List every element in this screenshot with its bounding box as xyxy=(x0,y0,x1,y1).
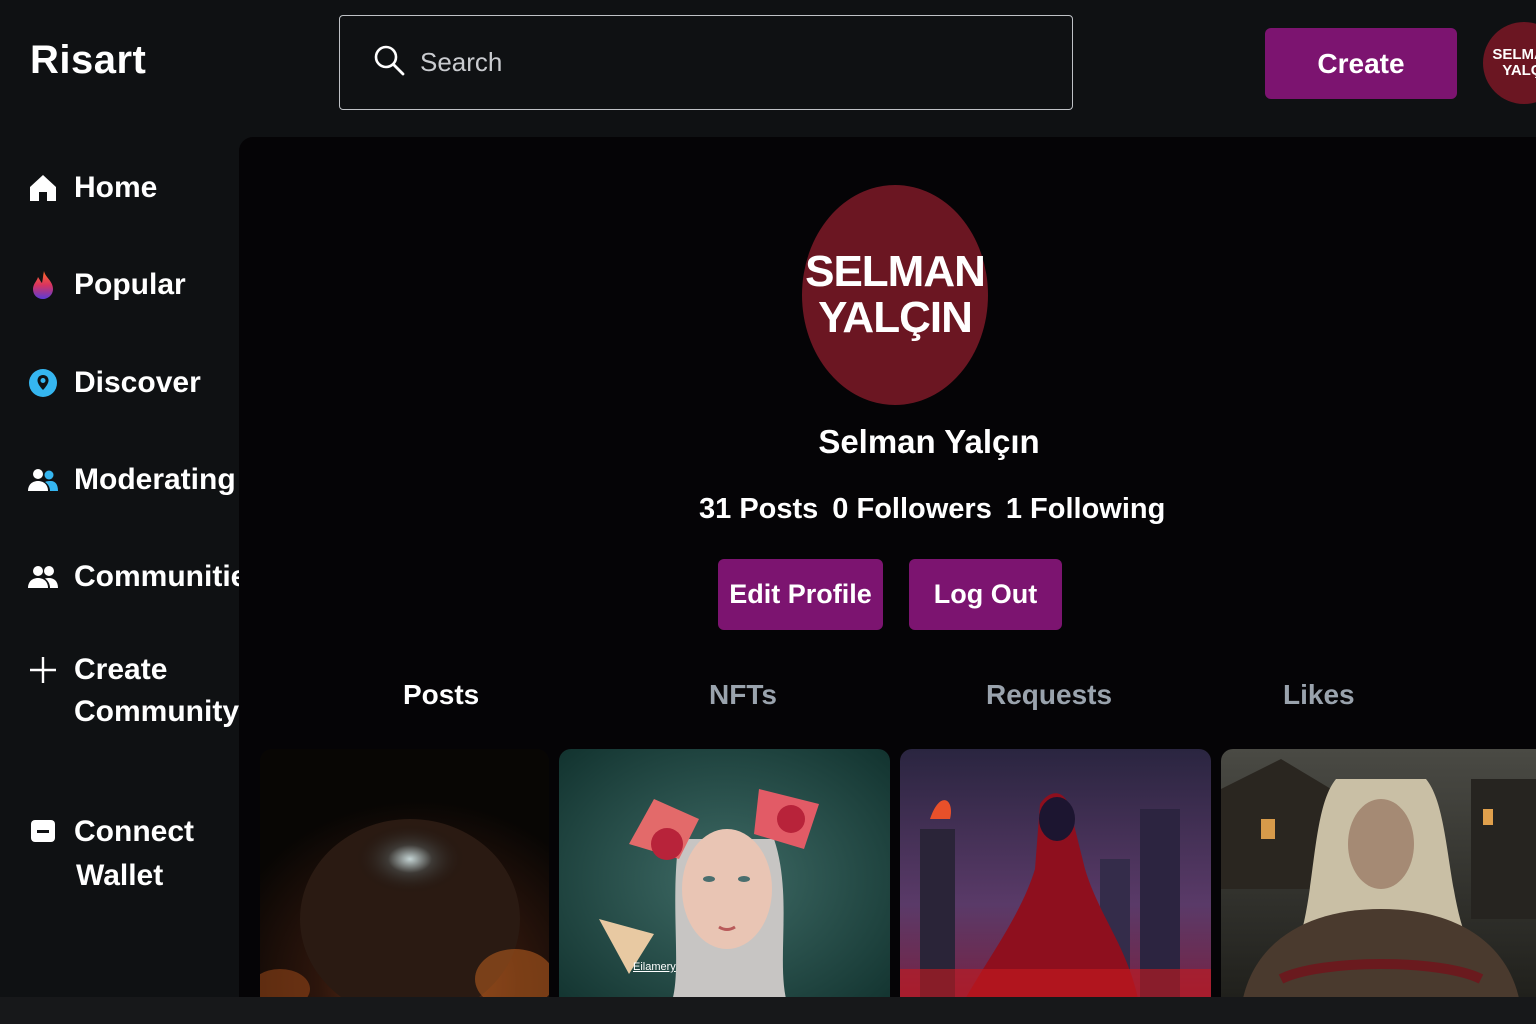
search-input[interactable] xyxy=(420,32,1072,93)
profile-name-row: Selman Yalçın xyxy=(239,423,1536,461)
search-icon xyxy=(372,43,406,82)
post-tile-elf-portrait[interactable]: Eilamery xyxy=(559,749,890,1007)
tab-requests[interactable]: Requests xyxy=(986,679,1112,711)
edit-profile-button[interactable]: Edit Profile xyxy=(718,559,883,630)
home-icon xyxy=(26,167,60,209)
followers-count[interactable]: 0 Followers xyxy=(832,493,992,526)
sidebar-item-label: Popular xyxy=(74,268,186,301)
profile-stats: 31 Posts 0 Followers 1 Following xyxy=(699,493,1165,526)
tab-likes[interactable]: Likes xyxy=(1283,679,1355,711)
location-pin-icon xyxy=(26,362,60,404)
avatar-text-line1: SELMAN xyxy=(1492,46,1536,63)
app-logo[interactable]: Risart xyxy=(30,38,146,83)
sidebar-item-communities[interactable]: Communities xyxy=(26,556,264,598)
search-bar[interactable] xyxy=(339,15,1073,110)
avatar-text-line2: YALÇI xyxy=(1502,62,1536,79)
sidebar-item-label: Discover xyxy=(74,366,201,399)
sidebar: Home Popular Discover Moderating Communi… xyxy=(0,137,264,1007)
sidebar-item-create-community[interactable]: Create Community xyxy=(26,649,239,733)
sidebar-item-home[interactable]: Home xyxy=(26,167,157,209)
elf-portrait-image xyxy=(559,749,890,1007)
sidebar-item-moderating[interactable]: Moderating xyxy=(26,459,236,501)
sidebar-item-label-wrap: Create Community xyxy=(74,649,239,733)
profile-panel: SELMAN YALÇIN Selman Yalçın 31 Posts 0 F… xyxy=(239,137,1536,1007)
log-out-button[interactable]: Log Out xyxy=(909,559,1062,630)
flame-icon xyxy=(26,264,60,306)
following-count[interactable]: 1 Following xyxy=(1006,493,1166,526)
sidebar-item-popular[interactable]: Popular xyxy=(26,264,186,306)
create-button[interactable]: Create xyxy=(1265,28,1457,99)
sidebar-item-label: Communities xyxy=(74,560,265,593)
sidebar-item-label-wrap: Connect Wallet xyxy=(74,810,194,898)
wallet-icon xyxy=(26,810,60,852)
hooded-figure-image xyxy=(900,749,1211,1007)
plus-icon xyxy=(26,649,60,691)
profile-name: Selman Yalçın xyxy=(818,423,1040,460)
profile-avatar-line1: SELMAN xyxy=(805,247,986,296)
sidebar-item-label: Create xyxy=(74,653,168,686)
sidebar-item-label: Moderating xyxy=(74,463,236,496)
bottom-bar xyxy=(0,997,1536,1024)
users-icon xyxy=(26,459,60,501)
warrior-portrait-image xyxy=(1221,749,1536,1007)
sidebar-item-label: Connect xyxy=(74,815,194,848)
post-tile-portrait-dark[interactable] xyxy=(260,749,549,1007)
sidebar-item-label: Wallet xyxy=(76,859,164,892)
user-avatar[interactable]: SELMAN YALÇI xyxy=(1483,22,1536,104)
group-icon xyxy=(26,556,60,598)
tab-nfts[interactable]: NFTs xyxy=(709,679,777,711)
sidebar-item-label: Home xyxy=(74,171,158,204)
posts-count[interactable]: 31 Posts xyxy=(699,493,818,526)
tab-posts[interactable]: Posts xyxy=(403,679,479,711)
sidebar-item-discover[interactable]: Discover xyxy=(26,362,201,404)
portrait-dark-image xyxy=(260,749,549,1007)
post-tile-hooded-figure[interactable] xyxy=(900,749,1211,1007)
sidebar-item-label: Community xyxy=(74,695,239,728)
app-root: Risart Create SELMAN YALÇI Home Popular xyxy=(0,0,1536,1024)
profile-avatar[interactable]: SELMAN YALÇIN xyxy=(802,185,988,405)
sidebar-item-connect-wallet[interactable]: Connect Wallet xyxy=(26,810,194,898)
profile-avatar-line2: YALÇIN xyxy=(818,293,973,342)
post-tile-warrior-portrait[interactable] xyxy=(1221,749,1536,1007)
tile-watermark: Eilamery xyxy=(633,961,676,973)
